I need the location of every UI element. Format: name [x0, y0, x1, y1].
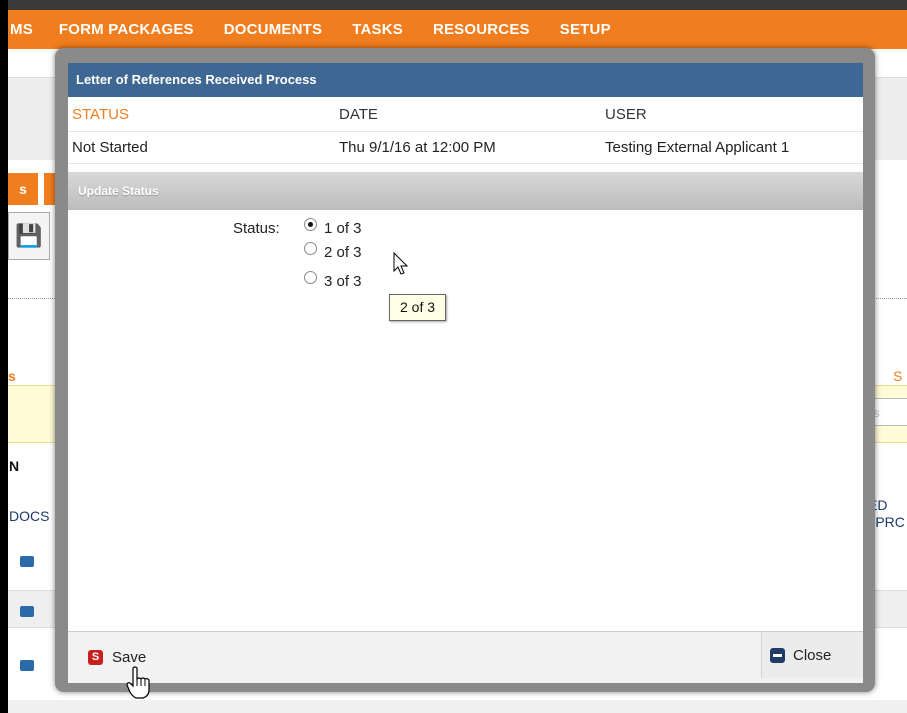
- column-header-date: DATE: [335, 97, 601, 132]
- save-icon: S: [88, 650, 103, 665]
- background-docs-header: DOCS: [9, 508, 50, 524]
- arrow-cursor-icon: [393, 252, 409, 275]
- column-header-user: USER: [601, 97, 863, 132]
- status-option-label: 2 of 3: [324, 244, 362, 261]
- hand-cursor-icon: [126, 666, 150, 699]
- background-row-icon[interactable]: [20, 660, 34, 671]
- status-history-table: STATUS DATE USER Not Started Thu 9/1/16 …: [68, 97, 863, 164]
- update-status-header: Update Status: [68, 172, 863, 210]
- status-option-3[interactable]: 3 of 3: [304, 271, 362, 290]
- option-tooltip: 2 of 3: [389, 294, 446, 321]
- background-orange-mark: S: [893, 368, 903, 384]
- save-button[interactable]: S Save: [88, 649, 146, 666]
- status-field-label: Status:: [233, 220, 280, 237]
- nav-item-tasks[interactable]: TASKS: [352, 21, 403, 38]
- background-row-icon[interactable]: [20, 606, 34, 617]
- table-header-row: STATUS DATE USER: [68, 97, 863, 132]
- close-label: Close: [793, 646, 832, 664]
- cell-user: Testing External Applicant 1: [601, 131, 863, 164]
- status-modal: Letter of References Received Process ST…: [68, 63, 863, 683]
- close-button[interactable]: Close: [761, 632, 863, 678]
- nav-item-resources[interactable]: RESOURCES: [433, 21, 530, 38]
- modal-footer: S Save Close: [68, 631, 863, 683]
- status-option-label: 1 of 3: [324, 220, 362, 237]
- background-tab: s: [8, 173, 38, 205]
- table-row: Not Started Thu 9/1/16 at 12:00 PM Testi…: [68, 131, 863, 164]
- status-option-2[interactable]: 2 of 3: [304, 242, 362, 261]
- status-option-label: 3 of 3: [324, 273, 362, 290]
- nav-item-documents[interactable]: DOCUMENTS: [224, 21, 322, 38]
- nav-item-setup[interactable]: SETUP: [560, 21, 611, 38]
- nav-item-form-packages[interactable]: FORM PACKAGES: [59, 21, 194, 38]
- background-row-icon[interactable]: [20, 556, 34, 567]
- cell-status: Not Started: [68, 131, 335, 164]
- background-save-icon: 💾: [8, 212, 50, 260]
- window-left-edge: [0, 0, 8, 713]
- column-header-status: STATUS: [68, 97, 335, 132]
- nav-item-forms[interactable]: MS: [10, 21, 33, 38]
- background-orange-mark-left: s: [8, 368, 16, 384]
- background-letter: N: [9, 458, 20, 474]
- top-strip: [8, 0, 907, 10]
- radio-button[interactable]: [304, 242, 317, 255]
- status-option-1[interactable]: 1 of 3: [304, 218, 362, 237]
- close-icon: [770, 647, 785, 663]
- radio-button[interactable]: [304, 271, 317, 284]
- radio-button-checked[interactable]: [304, 218, 317, 231]
- save-label: Save: [112, 649, 147, 666]
- cell-date: Thu 9/1/16 at 12:00 PM: [335, 131, 601, 164]
- background-bottom-strip: [8, 700, 907, 713]
- modal-title: Letter of References Received Process: [68, 63, 863, 97]
- main-navbar: MS FORM PACKAGES DOCUMENTS TASKS RESOURC…: [8, 10, 907, 49]
